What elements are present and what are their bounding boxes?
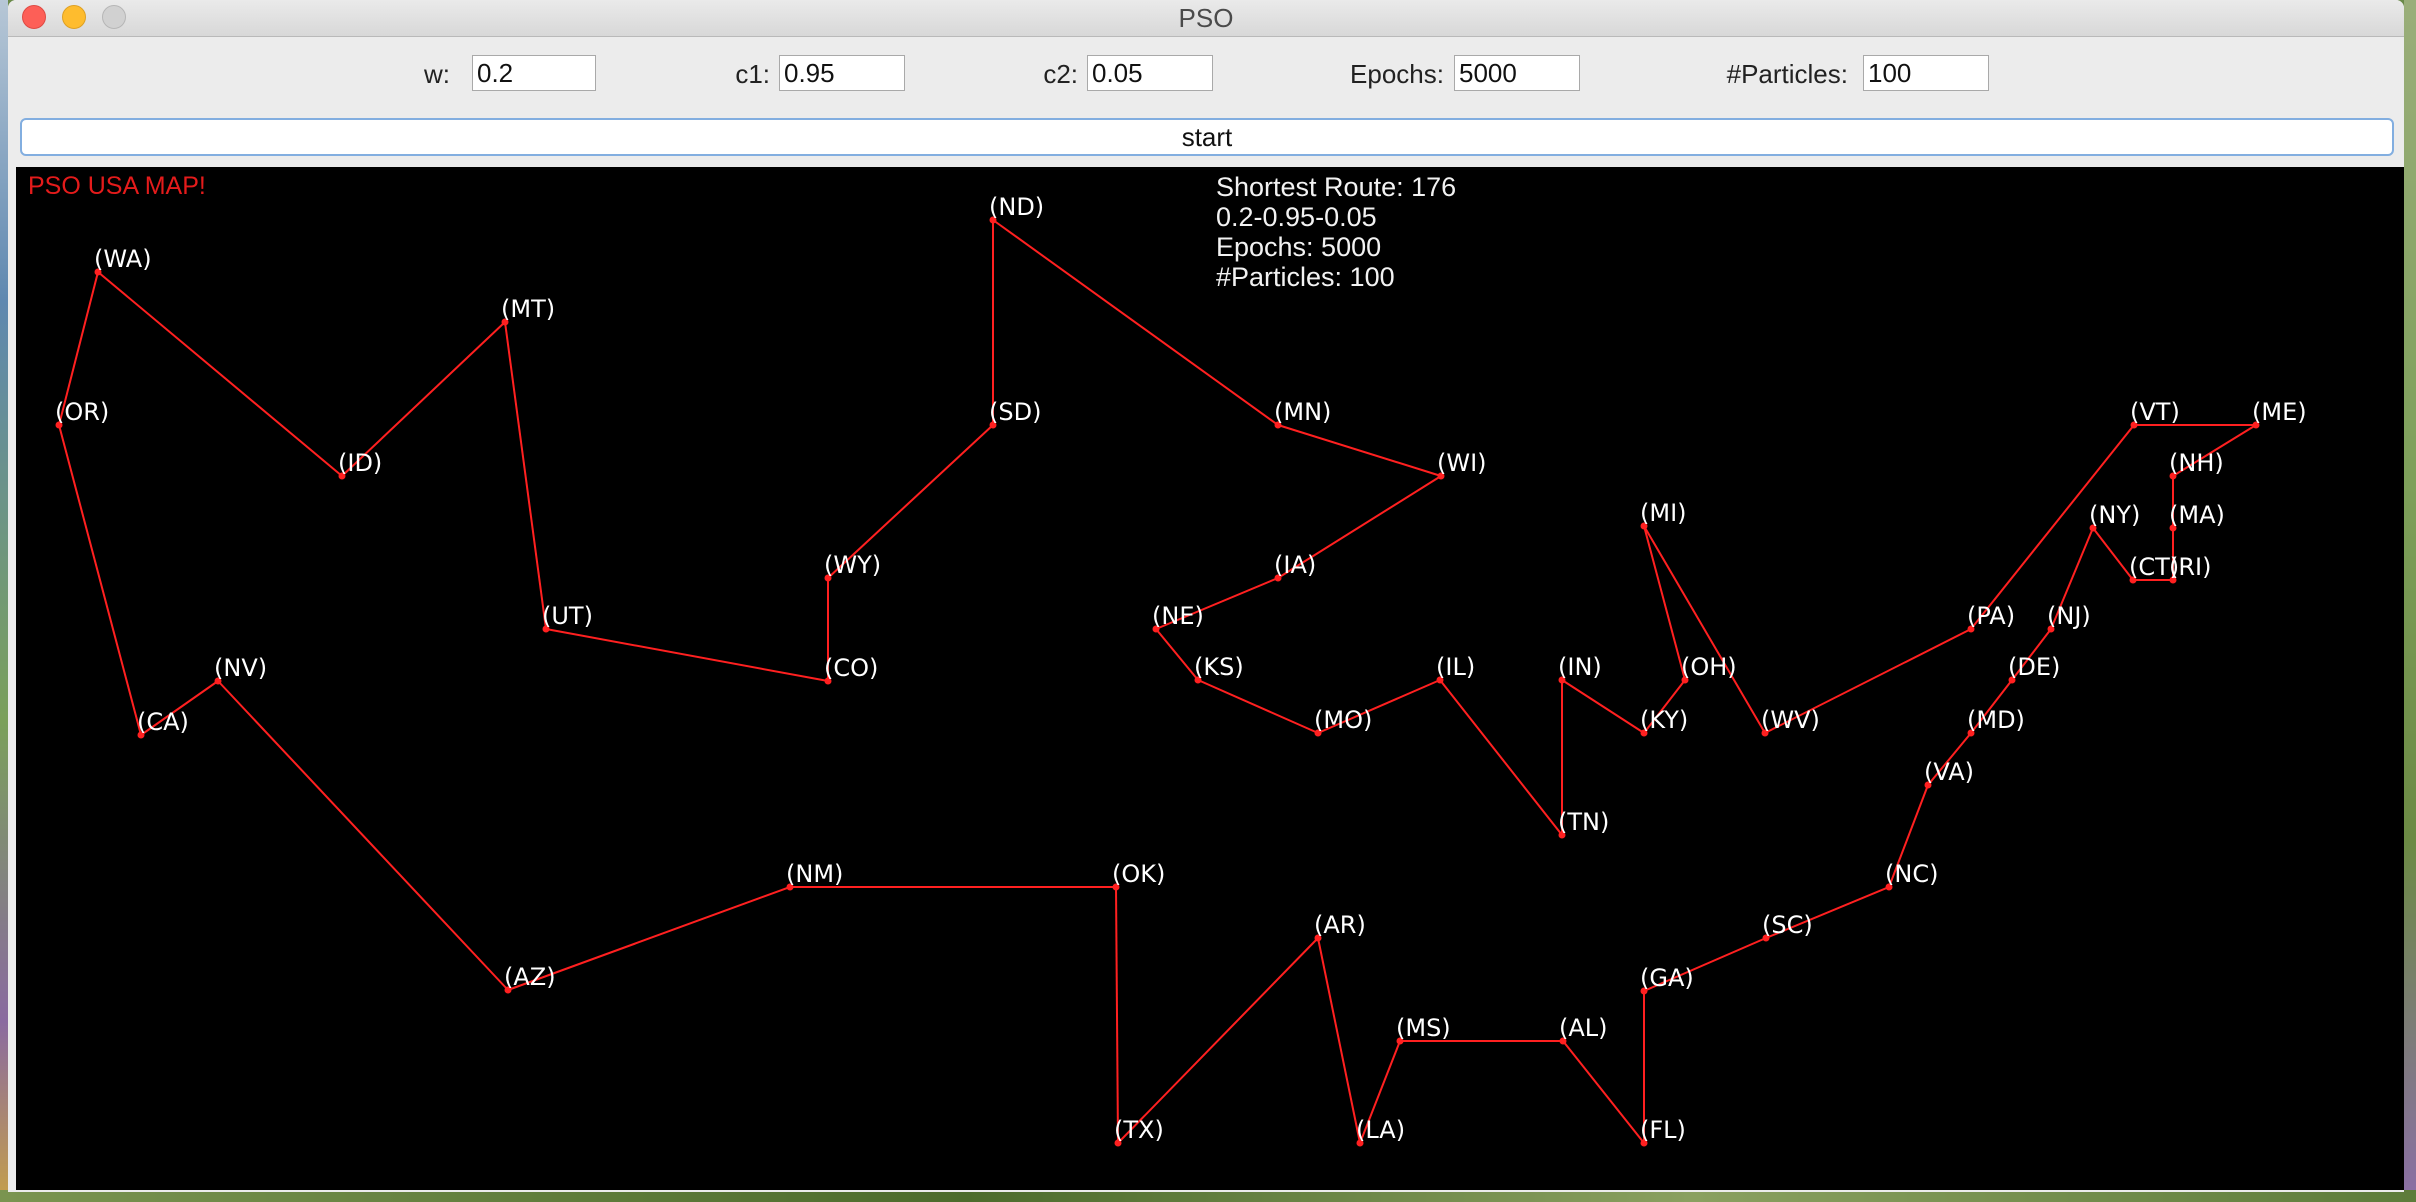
city-label: (PA) xyxy=(1967,602,2015,630)
route-segment xyxy=(217,680,509,991)
c1-label: c1: xyxy=(735,59,770,89)
city-label: (RI) xyxy=(2169,553,2211,581)
desktop-background-left xyxy=(0,0,8,1202)
route-segment xyxy=(1562,1040,1645,1144)
route-segment xyxy=(2092,527,2134,581)
city-label: (MO) xyxy=(1314,706,1372,734)
city-label: (IL) xyxy=(1436,653,1475,681)
city-label: (NJ) xyxy=(2047,602,2091,630)
city-label: (CA) xyxy=(137,708,189,736)
c1-input[interactable] xyxy=(779,55,905,91)
city-label: (MS) xyxy=(1396,1014,1451,1042)
w-input[interactable] xyxy=(472,55,596,91)
pso-window: PSO w: c1: c2: Epochs: #Particles: start… xyxy=(8,0,2404,1192)
epochs-label: Epochs: xyxy=(1350,59,1444,89)
city-label: (WV) xyxy=(1761,706,1820,734)
city-label: (WY) xyxy=(824,551,881,579)
city-label: (GA) xyxy=(1640,964,1694,992)
w-label: w: xyxy=(424,59,450,89)
route-segment xyxy=(1155,628,1199,681)
epochs-summary-text: Epochs: 5000 xyxy=(1216,232,1382,262)
start-button[interactable]: start xyxy=(20,118,2394,156)
map-title: PSO USA MAP! xyxy=(28,172,206,200)
route-segment xyxy=(58,424,142,736)
city-label: (MI) xyxy=(1640,499,1687,527)
city-label: (KS) xyxy=(1194,653,1244,681)
route-segment xyxy=(1439,679,1563,836)
particles-summary-text: #Particles: 100 xyxy=(1216,262,1395,292)
city-label: (MN) xyxy=(1274,398,1331,426)
particles-label: #Particles: xyxy=(1726,59,1848,89)
city-label: (CO) xyxy=(824,654,878,682)
city-label: (VA) xyxy=(1924,758,1974,786)
city-label: (NH) xyxy=(2169,449,2224,477)
city-label: (UT) xyxy=(542,602,593,630)
route-segment xyxy=(1197,679,1319,734)
city-label: (LA) xyxy=(1356,1116,1405,1144)
city-label: (MA) xyxy=(2169,501,2225,529)
c2-input[interactable] xyxy=(1087,55,1213,91)
desktop-background-right xyxy=(2404,0,2416,1202)
city-label: (NM) xyxy=(786,860,843,888)
city-label: (VT) xyxy=(2130,398,2180,426)
params-summary-text: 0.2-0.95-0.05 xyxy=(1216,202,1377,232)
city-label: (MD) xyxy=(1967,706,2025,734)
route-segment xyxy=(1317,937,1361,1144)
route-segment xyxy=(1643,525,1686,681)
city-label: (NY) xyxy=(2089,501,2140,529)
city-label: (MT) xyxy=(501,295,555,323)
city-markers xyxy=(55,216,2260,1147)
city-label: (WI) xyxy=(1437,449,1487,477)
city-label: (SC) xyxy=(1762,911,1813,939)
route-lines xyxy=(58,219,2257,1144)
city-label: (IA) xyxy=(1274,551,1316,579)
city-label: (DE) xyxy=(2008,653,2060,681)
city-label: (NC) xyxy=(1885,860,1938,888)
city-label: (ME) xyxy=(2252,398,2307,426)
epochs-input[interactable] xyxy=(1454,55,1580,91)
city-label: (TN) xyxy=(1558,808,1609,836)
route-map: (WA) (OR) (CA) (NV) (AZ) (NM) (OK) (TX) (AR) (LA)… xyxy=(55,193,2307,1147)
city-label: (AR) xyxy=(1314,911,1366,939)
city-label: (AL) xyxy=(1559,1014,1608,1042)
city-label: (TX) xyxy=(1114,1116,1164,1144)
city-label: (IN) xyxy=(1558,653,1602,681)
window-title: PSO xyxy=(1178,3,1234,33)
city-label: (NE) xyxy=(1152,602,1204,630)
route-segment xyxy=(1117,937,1319,1144)
city-label: (OR) xyxy=(55,398,109,426)
city-label: (SD) xyxy=(989,398,1041,426)
city-label: (ID) xyxy=(338,449,382,477)
particles-input[interactable] xyxy=(1863,55,1989,91)
route-segment xyxy=(97,271,343,477)
city-labels: (WA) (OR) (CA) (NV) (AZ) (NM) (OK) (TX) (AR) (LA)… xyxy=(55,193,2307,1144)
city-label: (KY) xyxy=(1640,706,1688,734)
city-label: (FL) xyxy=(1640,1116,1686,1144)
city-label: (OK) xyxy=(1112,860,1165,888)
city-label: (OH) xyxy=(1681,653,1737,681)
route-segment xyxy=(1561,679,1645,734)
route-segment xyxy=(545,628,829,682)
title-bar[interactable]: PSO xyxy=(8,0,2404,37)
route-segment xyxy=(504,321,547,630)
city-label: (ND) xyxy=(989,193,1044,221)
route-segment xyxy=(1277,424,1442,477)
route-segment xyxy=(1643,525,1766,734)
route-segment xyxy=(1115,886,1119,1144)
c2-label: c2: xyxy=(1043,59,1078,89)
city-label: (AZ) xyxy=(504,963,556,991)
shortest-route-text: Shortest Route: 176 xyxy=(1216,172,1457,202)
map-canvas: (WA) (OR) (CA) (NV) (AZ) (NM) (OK) (TX) (AR) (LA)… xyxy=(16,167,2404,1190)
city-label: (NV) xyxy=(214,654,267,682)
city-label: (WA) xyxy=(94,245,152,273)
